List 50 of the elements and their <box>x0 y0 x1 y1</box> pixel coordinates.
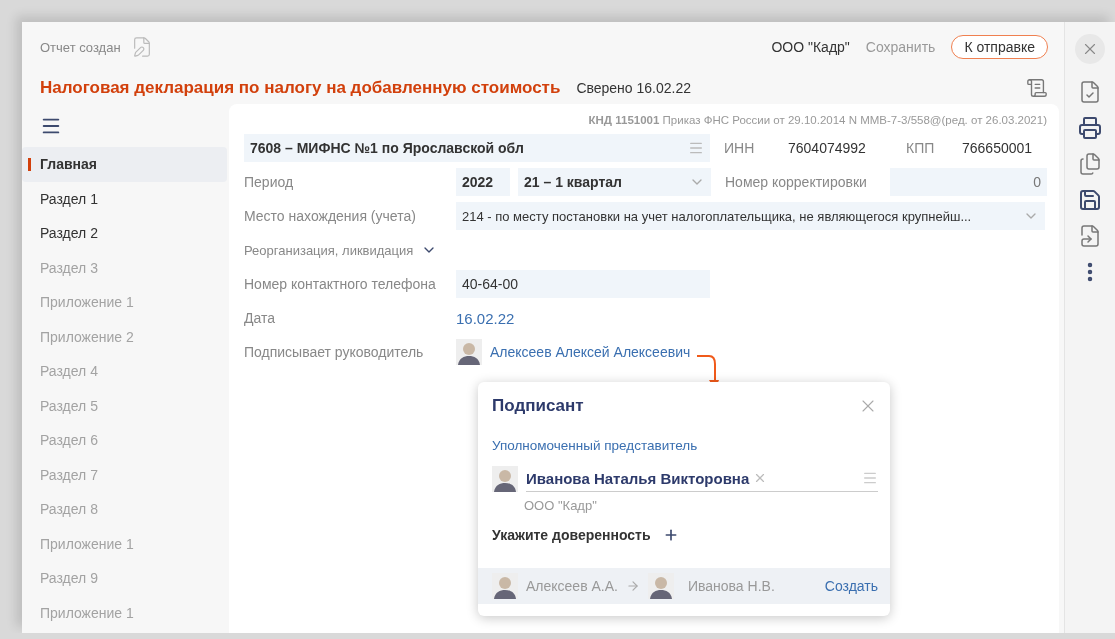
popup-title: Подписант <box>492 396 584 416</box>
location-select[interactable]: 214 - по месту постановки на учет налогоплательщика, не являющегося крупнейш... <box>456 202 1045 230</box>
close-button[interactable] <box>1075 34 1105 64</box>
avatar-silhouette-icon <box>647 573 674 599</box>
role-link[interactable]: Уполномоченный представитель <box>492 438 890 453</box>
year-field[interactable]: 2022 <box>456 168 510 196</box>
document-title: Налоговая декларация по налогу на добавленную стоимость <box>40 78 561 98</box>
from-name: Алексеев А.А. <box>526 578 618 594</box>
form-code: КНД 1151001 Приказ ФНС России от 29.10.2014 N ММВ-7-3/558@(ред. от 26.03.2021) <box>588 114 1047 128</box>
sidebar-item[interactable]: Раздел 2 <box>22 216 227 251</box>
phone-field[interactable]: 40-64-00 <box>456 270 710 298</box>
save-button[interactable]: Сохранить <box>859 39 942 55</box>
location-label: Место нахождения (учета) <box>244 208 417 224</box>
status-text: Отчет создан <box>40 39 121 55</box>
document-check-icon[interactable] <box>1078 80 1102 104</box>
kpp-label: КПП <box>906 140 936 156</box>
inspection-field[interactable]: 7608 – МИФНС №1 по Ярославской обл <box>244 134 710 162</box>
signer-label: Подписывает руководитель <box>244 344 425 360</box>
document-link-icon[interactable] <box>1078 224 1102 248</box>
sidebar-item[interactable]: Раздел 1 <box>22 181 227 216</box>
sidebar-item[interactable]: Главная <box>22 147 227 182</box>
printer-icon[interactable] <box>1078 116 1102 140</box>
send-button[interactable]: К отправке <box>951 35 1048 59</box>
signer-link[interactable]: Алексеев Алексей Алексеевич <box>490 344 691 360</box>
period-label: Период <box>244 174 295 190</box>
arrow-right-icon <box>625 579 640 593</box>
organization-name: ООО "Кадр" <box>771 39 850 55</box>
inn-label: ИНН <box>724 140 756 156</box>
avatar-silhouette-icon <box>456 339 482 365</box>
list-icon <box>688 140 704 156</box>
date-value[interactable]: 16.02.22 <box>456 309 515 327</box>
documents-icon[interactable] <box>1078 152 1102 176</box>
company-name: ООО "Кадр" <box>524 498 598 513</box>
to-name: Иванова Н.В. <box>687 578 775 594</box>
selection-marker <box>28 158 31 171</box>
proxy-label: Укажите доверенность <box>492 527 651 543</box>
avatar-silhouette-icon <box>492 573 518 599</box>
create-link[interactable]: Создать <box>824 578 878 594</box>
quarter-select[interactable]: 21 – 1 квартал <box>518 168 711 196</box>
date-label: Дата <box>244 310 276 326</box>
correction-field[interactable]: 0 <box>890 168 1047 196</box>
phone-label: Номер контактного телефона <box>244 276 437 292</box>
inn-value: 7604074992 <box>788 140 867 156</box>
avatar-silhouette-icon <box>492 465 518 492</box>
scroll-check-icon[interactable] <box>1026 77 1048 99</box>
person-name: Иванова Наталья Викторовна <box>526 469 750 487</box>
verified-date: Сверено 16.02.22 <box>576 80 692 96</box>
save-icon[interactable] <box>1078 188 1102 212</box>
kpp-value: 766650001 <box>962 140 1033 156</box>
correction-label: Номер корректировки <box>725 174 868 190</box>
